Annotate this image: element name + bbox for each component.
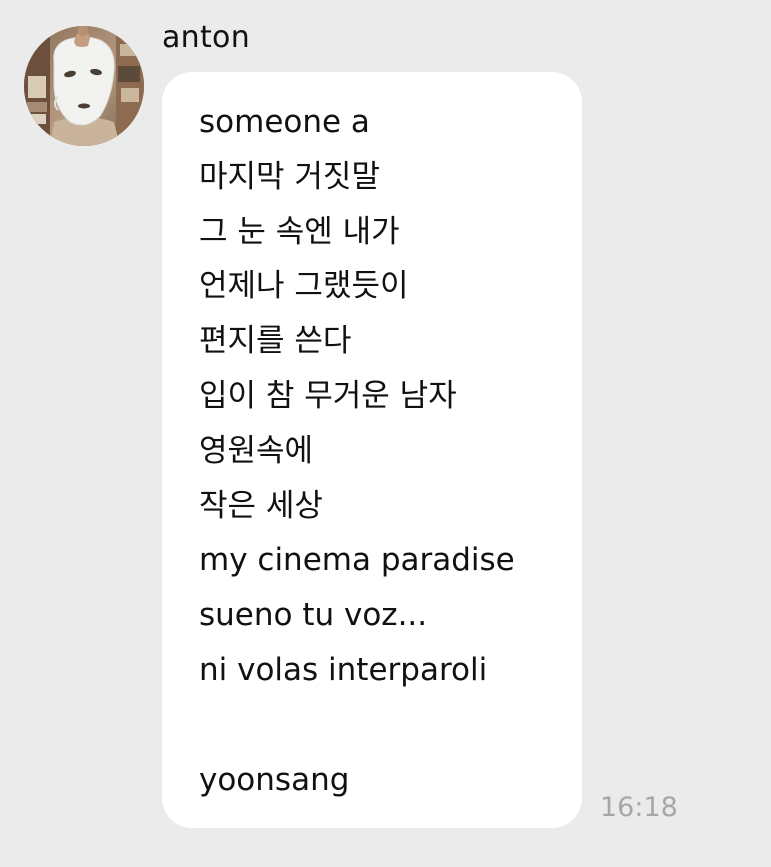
message-bubble[interactable]: someone a 마지막 거짓말 그 눈 속엔 내가 언제나 그랬듯이 편지를…	[162, 72, 582, 828]
sender-name: anton	[162, 20, 251, 55]
sheet-mask-face-photo-icon	[24, 26, 144, 146]
message-line: sueno tu voz...	[199, 597, 428, 634]
message-line-blank	[199, 698, 582, 753]
message-line: 편지를 쓴다	[199, 323, 352, 360]
message-line: 그 눈 속엔 내가	[199, 213, 400, 250]
chat-message-row: anton someone a 마지막 거짓말 그 눈 속엔 내가 언제나 그랬…	[0, 0, 771, 867]
message-line: 영원속에	[199, 432, 314, 469]
message-line: 마지막 거짓말	[199, 158, 380, 195]
avatar[interactable]	[24, 26, 144, 146]
message-line: my cinema paradise	[199, 542, 515, 579]
message-line: someone a	[199, 104, 370, 140]
message-line: yoonsang	[199, 761, 350, 798]
message-line: 언제나 그랬듯이	[199, 268, 409, 305]
message-line: 작은 세상	[199, 487, 323, 524]
message-line: ni volas interparoli	[199, 651, 488, 688]
message-line: 입이 참 무거운 남자	[199, 377, 457, 414]
message-timestamp: 16:18	[600, 792, 678, 823]
